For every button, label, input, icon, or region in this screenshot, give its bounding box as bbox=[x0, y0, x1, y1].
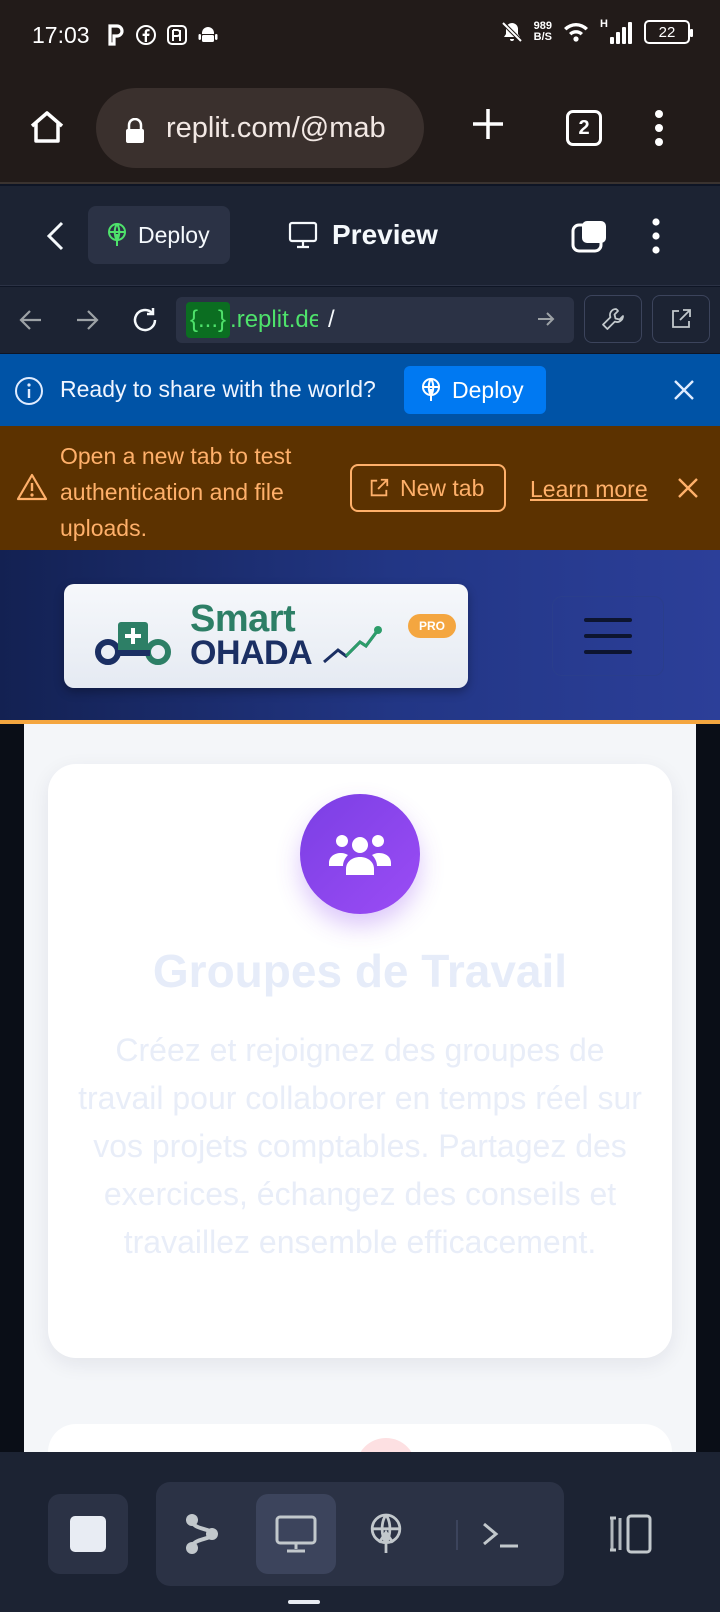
site-header: Smart OHADA PRO bbox=[0, 550, 720, 724]
trend-chart-icon bbox=[323, 626, 382, 664]
auth-banner-message: Open a new tab to test authentication an… bbox=[60, 443, 292, 541]
reload-icon[interactable] bbox=[130, 305, 160, 335]
monitor-icon bbox=[288, 221, 318, 249]
parking-app-icon bbox=[108, 24, 124, 46]
auth-warning-banner: Open a new tab to test authentication an… bbox=[0, 426, 720, 550]
panel-layout-icon[interactable] bbox=[606, 1514, 654, 1554]
close-icon[interactable] bbox=[672, 378, 696, 402]
webview-forward-icon[interactable] bbox=[74, 307, 100, 333]
pro-badge: PRO bbox=[408, 614, 456, 638]
terminal-icon bbox=[483, 1522, 518, 1548]
feature-card-description: Créez et rejoignez des groupes de travai… bbox=[78, 1032, 642, 1260]
status-right: 989 B/S H 22 bbox=[500, 18, 693, 44]
hamburger-line bbox=[584, 650, 632, 654]
new-tab-button[interactable]: New tab bbox=[350, 464, 506, 512]
deploy-icon bbox=[422, 378, 440, 401]
tab-preview-label: Preview bbox=[332, 219, 438, 250]
tab-switcher-button[interactable]: 2 bbox=[566, 110, 602, 146]
logo-text-ohada: OHADA bbox=[190, 634, 313, 672]
stop-button[interactable] bbox=[48, 1494, 128, 1574]
deploy-button[interactable]: Deploy bbox=[404, 366, 546, 414]
network-speed: 989 B/S bbox=[534, 21, 552, 43]
webview-address-bar: {...} .replit.dev / bbox=[0, 287, 720, 353]
users-icon bbox=[329, 835, 391, 875]
browser-menu-icon[interactable] bbox=[654, 110, 664, 146]
cell-signal-icon: H bbox=[600, 18, 634, 44]
info-icon bbox=[15, 377, 43, 405]
hamburger-line bbox=[584, 618, 632, 622]
back-chevron-icon[interactable] bbox=[44, 220, 66, 252]
go-arrow-icon[interactable] bbox=[536, 309, 556, 329]
logo-mark-icon bbox=[95, 622, 171, 665]
tab-deploy[interactable]: Deploy bbox=[88, 206, 230, 264]
network-type: H bbox=[600, 18, 608, 30]
feature-card: Groupes de Travail Créez et rejoignez de… bbox=[48, 764, 672, 1358]
external-link-icon bbox=[370, 478, 389, 497]
feature-icon-circle bbox=[300, 794, 420, 914]
shell-button[interactable] bbox=[460, 1494, 540, 1574]
stop-icon bbox=[70, 1516, 106, 1552]
tab-deploy-label: Deploy bbox=[138, 221, 210, 248]
browser-url-text: replit.com/@mab bbox=[166, 111, 386, 144]
tool-group bbox=[156, 1482, 564, 1586]
monitor-icon bbox=[275, 1515, 317, 1553]
gesture-home-indicator[interactable] bbox=[288, 1600, 320, 1604]
lock-icon bbox=[126, 118, 144, 143]
home-icon[interactable] bbox=[28, 108, 66, 146]
app-notification-icon bbox=[167, 25, 187, 45]
muted-bell-icon bbox=[501, 21, 523, 43]
toolbar-separator bbox=[456, 1520, 458, 1550]
new-tab-plus-icon[interactable] bbox=[470, 106, 506, 142]
deploy-banner: Ready to share with the world? Deploy bbox=[0, 354, 720, 426]
deploy-banner-message: Ready to share with the world? bbox=[60, 376, 376, 402]
pane-windows-icon[interactable] bbox=[570, 220, 608, 254]
feature-card-title: Groupes de Travail bbox=[152, 945, 568, 997]
webview-back-icon[interactable] bbox=[18, 307, 44, 333]
deploy-icon bbox=[108, 223, 126, 246]
wrench-icon bbox=[602, 308, 624, 330]
warning-icon bbox=[16, 473, 48, 501]
replit-bottom-toolbar bbox=[0, 1452, 720, 1612]
git-branch-button[interactable] bbox=[162, 1494, 242, 1574]
deploy-icon bbox=[370, 1513, 402, 1553]
wifi-icon bbox=[564, 23, 588, 42]
url-tag: {...} bbox=[186, 302, 231, 338]
webview-button[interactable] bbox=[256, 1494, 336, 1574]
facebook-icon bbox=[136, 25, 156, 45]
new-tab-label: New tab bbox=[400, 474, 485, 501]
status-time: 17:03 bbox=[32, 22, 90, 48]
url-host: .replit.dev bbox=[230, 306, 319, 333]
notification-icons bbox=[106, 24, 219, 46]
webview-url-input[interactable]: {...} .replit.dev / bbox=[176, 297, 574, 343]
screen: 17:03 989 B/S H 22 replit.com/@mab 2 Dep… bbox=[0, 0, 720, 1612]
hamburger-line bbox=[584, 634, 632, 638]
external-link-icon bbox=[672, 309, 691, 328]
status-bar: 17:03 989 B/S H 22 bbox=[0, 0, 720, 72]
learn-more-link[interactable]: Learn more bbox=[530, 476, 648, 503]
open-external-button[interactable] bbox=[652, 295, 710, 343]
deployments-button[interactable] bbox=[346, 1494, 426, 1574]
browser-url-bar[interactable]: replit.com/@mab bbox=[96, 88, 424, 168]
tab-preview[interactable]: Preview bbox=[288, 206, 438, 264]
page-content: Groupes de Travail Créez et rejoignez de… bbox=[0, 724, 720, 1452]
battery-indicator: 22 bbox=[644, 20, 693, 44]
devtools-button[interactable] bbox=[584, 295, 642, 343]
browser-toolbar: replit.com/@mab 2 bbox=[0, 72, 720, 184]
url-path: / bbox=[328, 306, 335, 333]
hamburger-menu-button[interactable] bbox=[552, 596, 664, 676]
page-inner: Groupes de Travail Créez et rejoignez de… bbox=[24, 724, 696, 1452]
replit-menu-icon[interactable] bbox=[651, 218, 661, 254]
replit-top-bar: Deploy Preview bbox=[0, 186, 720, 286]
deploy-button-label: Deploy bbox=[452, 376, 524, 403]
close-icon[interactable] bbox=[676, 476, 700, 500]
android-icon bbox=[198, 27, 218, 42]
site-logo[interactable]: Smart OHADA PRO bbox=[64, 584, 468, 688]
network-speed-unit: B/S bbox=[533, 31, 552, 43]
feature-card-next bbox=[48, 1424, 672, 1452]
branch-icon bbox=[186, 1514, 218, 1554]
